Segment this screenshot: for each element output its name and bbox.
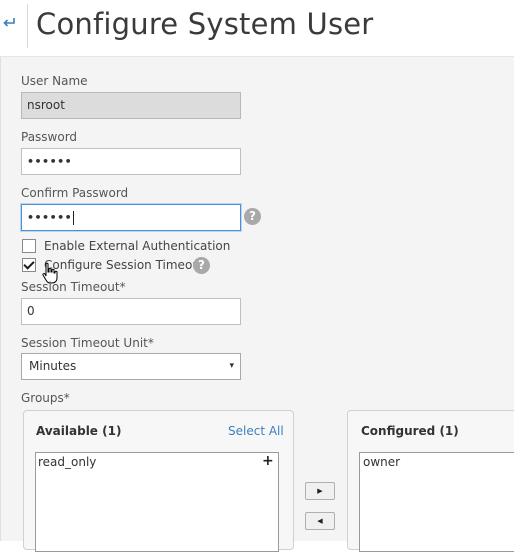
arrow-right-icon: ▶ xyxy=(317,487,323,495)
confirm-password-help-icon[interactable]: ? xyxy=(244,208,261,225)
session-timeout-unit-label: Session Timeout Unit* xyxy=(21,336,154,350)
move-left-button[interactable]: ◀ xyxy=(305,512,335,530)
configured-groups-title: Configured (1) xyxy=(361,424,459,438)
configured-group-item[interactable]: owner xyxy=(363,455,400,469)
password-value: •••••• xyxy=(27,155,73,168)
configure-session-timeout-label: Configure Session Timeout xyxy=(44,258,205,272)
configure-session-timeout-checkbox[interactable] xyxy=(22,258,36,272)
page-title: Configure System User xyxy=(36,7,374,41)
enable-external-auth-checkbox[interactable] xyxy=(22,239,36,253)
password-label: Password xyxy=(21,130,78,144)
move-right-button[interactable]: ▶ xyxy=(305,482,335,500)
session-timeout-value: 0 xyxy=(27,304,35,318)
password-input[interactable]: •••••• xyxy=(21,148,241,175)
session-timeout-label: Session Timeout* xyxy=(21,280,126,294)
session-timeout-unit-value: Minutes xyxy=(29,359,77,373)
available-group-item[interactable]: read_only xyxy=(38,455,96,469)
available-groups-title: Available (1) xyxy=(36,424,122,438)
title-separator xyxy=(27,4,28,48)
session-timeout-help-icon[interactable]: ? xyxy=(193,257,210,274)
user-name-input[interactable]: nsroot xyxy=(21,92,241,119)
groups-label: Groups* xyxy=(21,391,70,405)
add-group-icon[interactable]: + xyxy=(262,453,274,469)
session-timeout-unit-select[interactable]: Minutes ▾ xyxy=(21,353,241,380)
enable-external-auth-label: Enable External Authentication xyxy=(44,239,231,253)
confirm-password-label: Confirm Password xyxy=(21,186,129,200)
session-timeout-input[interactable]: 0 xyxy=(21,298,241,325)
user-name-value: nsroot xyxy=(27,98,65,112)
back-arrow-icon[interactable] xyxy=(2,13,16,27)
chevron-down-icon: ▾ xyxy=(229,361,234,371)
select-all-link[interactable]: Select All xyxy=(228,424,284,438)
confirm-password-input[interactable]: •••••• xyxy=(21,204,241,231)
confirm-password-value: •••••• xyxy=(27,211,73,224)
user-name-label: User Name xyxy=(21,74,88,88)
arrow-left-icon: ◀ xyxy=(317,517,323,525)
text-cursor xyxy=(73,210,75,225)
